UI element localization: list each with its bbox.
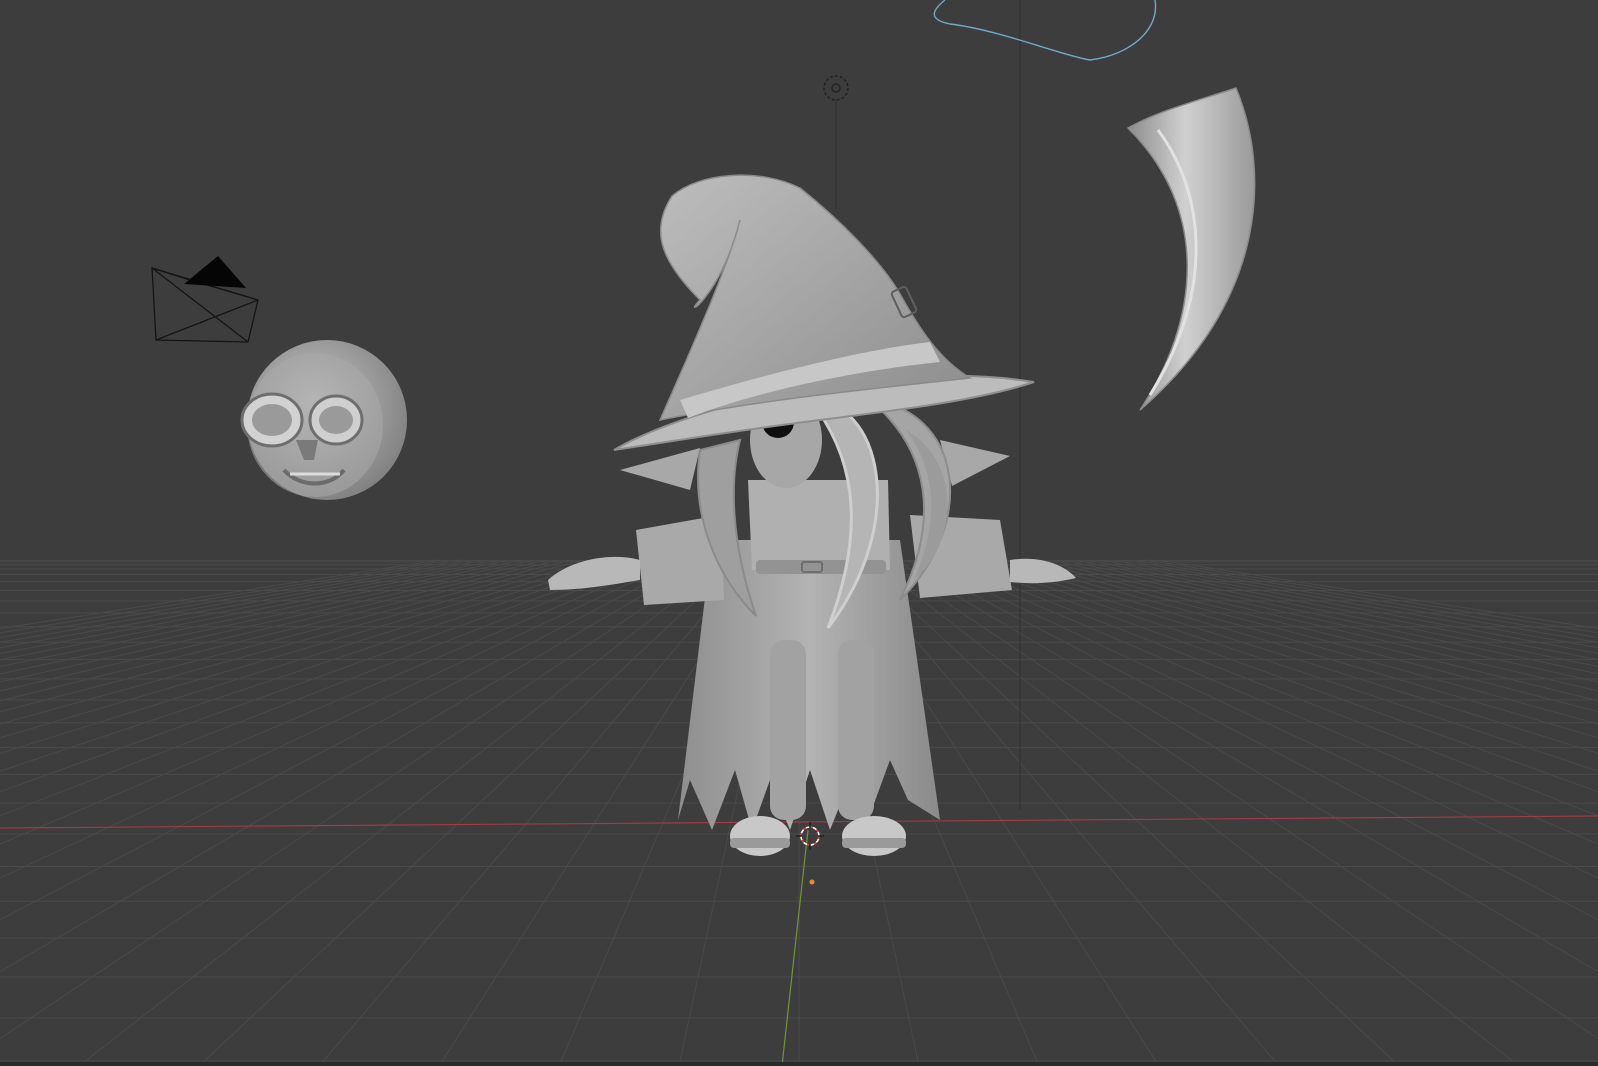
- grid-line-radial: [0, 559, 668, 845]
- light-gizmo[interactable]: [823, 75, 849, 101]
- grid-line-radial: [0, 559, 512, 661]
- grid-line-radial: [0, 559, 536, 675]
- camera-object[interactable]: [151, 256, 259, 343]
- grid-line-radial: [1098, 559, 1598, 655]
- grid-line-radial: [318, 559, 752, 1066]
- grid-line-radial: [0, 559, 692, 921]
- grid-line-radial: [1062, 559, 1598, 675]
- 3d-cursor[interactable]: [796, 822, 824, 850]
- grid-line-radial: [1050, 559, 1598, 683]
- object-origin-dot: [809, 879, 815, 885]
- grid-line-radial: [0, 559, 572, 702]
- grid-line-radial: [906, 559, 1598, 921]
- 3d-viewport[interactable]: [0, 0, 1598, 1066]
- grid-line-radial: [198, 559, 740, 1066]
- horn-piece[interactable]: [1126, 87, 1256, 411]
- grid-line-radial: [882, 559, 1598, 1040]
- grid-line-radial: [1086, 559, 1598, 661]
- skull-head[interactable]: [240, 340, 407, 500]
- grid-line-radial: [894, 559, 1598, 973]
- grid-line-radial: [0, 559, 500, 655]
- grid-line-radial: [0, 559, 680, 879]
- grid-line-radial: [858, 559, 1400, 1066]
- grid-line-radial: [0, 559, 716, 1040]
- grid-line-radial: [1134, 559, 1598, 638]
- grid-line-radial: [0, 559, 548, 683]
- grid-line-radial: [918, 559, 1598, 879]
- viewport-canvas[interactable]: [0, 0, 1598, 1066]
- grid-line-radial: [1002, 559, 1598, 725]
- grid-line-radial: [0, 559, 704, 973]
- y-axis-line: [781, 829, 809, 1066]
- grid-line-radial: [0, 559, 656, 817]
- grid-line-radial: [0, 559, 584, 713]
- grid-line-radial: [930, 559, 1598, 845]
- grid-line-radial: [942, 559, 1598, 817]
- witch-character[interactable]: [548, 174, 1076, 856]
- grid-line-radial: [1026, 559, 1598, 702]
- grid-line-radial: [0, 559, 596, 725]
- camera-up-triangle: [184, 256, 246, 288]
- area-light-outline[interactable]: [933, 0, 1157, 61]
- grid-line-radial: [0, 559, 464, 638]
- viewport-bottom-border: [0, 1062, 1598, 1066]
- grid-line-radial: [1014, 559, 1598, 713]
